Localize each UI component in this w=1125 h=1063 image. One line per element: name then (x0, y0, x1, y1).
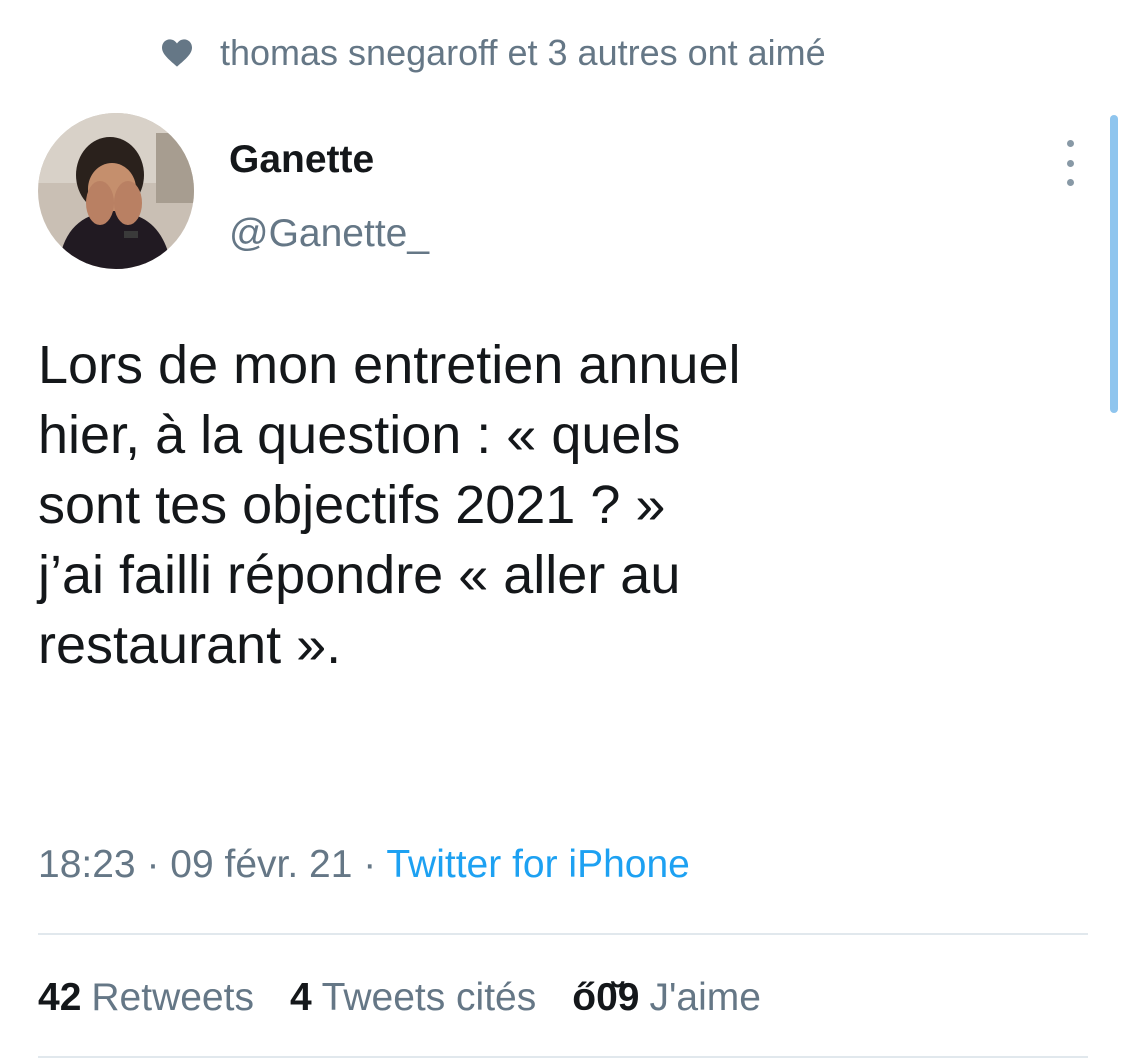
meta-separator: · (135, 843, 171, 886)
likes-label: J'aime (649, 976, 761, 1019)
tweet-text-line: hier, à la question : « quels (38, 405, 681, 465)
tweet-time: 18:23 (38, 843, 136, 886)
scrollbar[interactable] (1110, 115, 1118, 413)
social-context[interactable]: thomas snegaroff et 3 autres ont aimé (160, 32, 826, 74)
avatar[interactable] (38, 113, 194, 269)
quotes-count: 4 (289, 976, 312, 1019)
tweet-text-line: Lors de mon entretien annuel (38, 335, 741, 395)
divider (38, 933, 1088, 935)
retweets-count: 42 (38, 976, 82, 1019)
avatar-photo (38, 113, 194, 269)
heart-icon (162, 39, 192, 67)
tweet-stats: 42 Retweets 4 Tweets cités ő0̆9 J'aime (38, 976, 797, 1020)
tweet-text-line: j’ai failli répondre « aller au (38, 545, 681, 605)
social-context-text: thomas snegaroff et 3 autres ont aimé (220, 32, 826, 73)
more-vertical-icon[interactable] (1055, 140, 1085, 186)
author-handle[interactable]: @Ganette_ (229, 212, 429, 256)
retweets-label: Retweets (91, 976, 254, 1019)
tweet-source-link[interactable]: Twitter for iPhone (386, 843, 689, 886)
tweet-text: Lors de mon entretien annuel hier, à la … (38, 330, 1078, 680)
tweet-date: 09 févr. 21 (170, 843, 353, 886)
tweet-meta: 18:23 · 09 févr. 21 · Twitter for iPhone (38, 843, 690, 887)
divider (38, 1056, 1088, 1058)
retweets-stat[interactable]: 42 Retweets (38, 976, 254, 1020)
meta-separator: · (352, 843, 387, 886)
quotes-stat[interactable]: 4 Tweets cités (290, 976, 536, 1020)
likes-stat[interactable]: ő0̆9 J'aime (572, 976, 761, 1020)
quotes-label: Tweets cités (321, 976, 537, 1019)
likes-count: ő0̆9 (572, 976, 640, 1019)
author-display-name[interactable]: Ganette (229, 138, 374, 182)
tweet-text-line: sont tes objectifs 2021 ? » (38, 475, 666, 535)
tweet-text-line: restaurant ». (38, 615, 342, 675)
